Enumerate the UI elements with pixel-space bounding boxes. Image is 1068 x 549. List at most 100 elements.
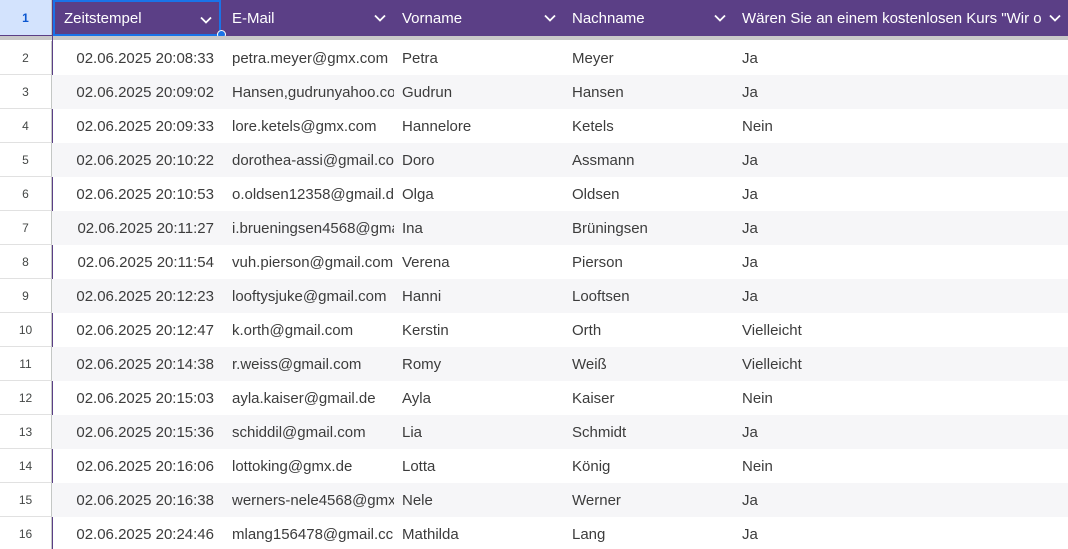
cell-nachname[interactable]: Werner (572, 483, 734, 517)
cell-email[interactable]: o.oldsen12358@gmail.d (232, 177, 394, 211)
cell-vorname[interactable]: Petra (402, 41, 564, 75)
cell-zeitstempel[interactable]: 02.06.2025 20:10:53 (54, 177, 222, 211)
cell-vorname[interactable]: Ina (402, 211, 564, 245)
cell-email[interactable]: mlang156478@gmail.cc (232, 517, 394, 549)
table-row[interactable]: 4 02.06.2025 20:09:33 lore.ketels@gmx.com H… (0, 109, 1068, 143)
cell-nachname[interactable]: Meyer (572, 41, 734, 75)
table-row[interactable]: 2 02.06.2025 20:08:33 petra.meyer@gmx.com P… (0, 41, 1068, 75)
cell-vorname[interactable]: Lotta (402, 449, 564, 483)
table-row[interactable]: 12 02.06.2025 20:15:03 ayla.kaiser@gmail.d… (0, 381, 1068, 415)
cell-email[interactable]: k.orth@gmail.com (232, 313, 394, 347)
cell-nachname[interactable]: König (572, 449, 734, 483)
cell-antwort[interactable]: Ja (742, 143, 1062, 177)
table-row[interactable]: 8 02.06.2025 20:11:54 vuh.pierson@gmail.co… (0, 245, 1068, 279)
table-row[interactable]: 13 02.06.2025 20:15:36 schiddil@gmail.com L… (0, 415, 1068, 449)
cell-nachname[interactable]: Oldsen (572, 177, 734, 211)
cell-antwort[interactable]: Ja (742, 41, 1062, 75)
cell-nachname[interactable]: Assmann (572, 143, 734, 177)
row-number[interactable]: 10 (0, 313, 52, 347)
table-row[interactable]: 16 02.06.2025 20:24:46 mlang156478@gmail.c… (0, 517, 1068, 549)
cell-zeitstempel[interactable]: 02.06.2025 20:08:33 (54, 41, 222, 75)
cell-zeitstempel[interactable]: 02.06.2025 20:09:02 (54, 75, 222, 109)
column-header-email[interactable]: E-Mail (223, 0, 393, 36)
row-number[interactable]: 9 (0, 279, 52, 313)
cell-antwort[interactable]: Vielleicht (742, 347, 1062, 381)
cell-email[interactable]: Hansen,gudrunyahoo.co (232, 75, 394, 109)
freeze-divider[interactable] (0, 36, 1068, 40)
cell-nachname[interactable]: Kaiser (572, 381, 734, 415)
cell-antwort[interactable]: Ja (742, 483, 1062, 517)
cell-nachname[interactable]: Orth (572, 313, 734, 347)
cell-antwort[interactable]: Ja (742, 279, 1062, 313)
cell-antwort[interactable]: Nein (742, 109, 1062, 143)
table-row[interactable]: 15 02.06.2025 20:16:38 werners-nele4568@gm… (0, 483, 1068, 517)
cell-email[interactable]: schiddil@gmail.com (232, 415, 394, 449)
cell-email[interactable]: petra.meyer@gmx.com (232, 41, 394, 75)
cell-email[interactable]: lottoking@gmx.de (232, 449, 394, 483)
row-number[interactable]: 6 (0, 177, 52, 211)
cell-vorname[interactable]: Mathilda (402, 517, 564, 549)
table-row[interactable]: 14 02.06.2025 20:16:06 lottoking@gmx.de Lot… (0, 449, 1068, 483)
cell-zeitstempel[interactable]: 02.06.2025 20:12:23 (54, 279, 222, 313)
chevron-down-icon[interactable] (543, 11, 557, 25)
cell-vorname[interactable]: Lia (402, 415, 564, 449)
chevron-down-icon[interactable] (713, 11, 727, 25)
row-number[interactable]: 4 (0, 109, 52, 143)
cell-antwort[interactable]: Vielleicht (742, 313, 1062, 347)
cell-vorname[interactable]: Gudrun (402, 75, 564, 109)
cell-zeitstempel[interactable]: 02.06.2025 20:15:36 (54, 415, 222, 449)
cell-email[interactable]: r.weiss@gmail.com (232, 347, 394, 381)
cell-zeitstempel[interactable]: 02.06.2025 20:15:03 (54, 381, 222, 415)
cell-antwort[interactable]: Ja (742, 75, 1062, 109)
table-row[interactable]: 10 02.06.2025 20:12:47 k.orth@gmail.com Ker… (0, 313, 1068, 347)
cell-nachname[interactable]: Hansen (572, 75, 734, 109)
cell-zeitstempel[interactable]: 02.06.2025 20:16:06 (54, 449, 222, 483)
cell-vorname[interactable]: Ayla (402, 381, 564, 415)
table-row[interactable]: 11 02.06.2025 20:14:38 r.weiss@gmail.com Ro… (0, 347, 1068, 381)
cell-zeitstempel[interactable]: 02.06.2025 20:09:33 (54, 109, 222, 143)
cell-antwort[interactable]: Ja (742, 517, 1062, 549)
cell-email[interactable]: ayla.kaiser@gmail.de (232, 381, 394, 415)
cell-nachname[interactable]: Ketels (572, 109, 734, 143)
row-number[interactable]: 5 (0, 143, 52, 177)
cell-antwort[interactable]: Nein (742, 381, 1062, 415)
cell-antwort[interactable]: Ja (742, 245, 1062, 279)
row-number[interactable]: 3 (0, 75, 52, 109)
cell-vorname[interactable]: Olga (402, 177, 564, 211)
row-number[interactable]: 7 (0, 211, 52, 245)
cell-vorname[interactable]: Hanni (402, 279, 564, 313)
cell-zeitstempel[interactable]: 02.06.2025 20:11:27 (54, 211, 222, 245)
cell-nachname[interactable]: Brüningsen (572, 211, 734, 245)
chevron-down-icon[interactable] (199, 13, 213, 27)
chevron-down-icon[interactable] (373, 11, 387, 25)
row-number[interactable]: 14 (0, 449, 52, 483)
cell-email[interactable]: dorothea-assi@gmail.co (232, 143, 394, 177)
row-number[interactable]: 8 (0, 245, 52, 279)
cell-zeitstempel[interactable]: 02.06.2025 20:12:47 (54, 313, 222, 347)
cell-nachname[interactable]: Pierson (572, 245, 734, 279)
row-number[interactable]: 15 (0, 483, 52, 517)
cell-zeitstempel[interactable]: 02.06.2025 20:16:38 (54, 483, 222, 517)
cell-zeitstempel[interactable]: 02.06.2025 20:24:46 (54, 517, 222, 549)
column-header-nachname[interactable]: Nachname (563, 0, 733, 36)
cell-antwort[interactable]: Ja (742, 177, 1062, 211)
table-row[interactable]: 5 02.06.2025 20:10:22 dorothea-assi@gmail.… (0, 143, 1068, 177)
cell-vorname[interactable]: Verena (402, 245, 564, 279)
row-number[interactable]: 16 (0, 517, 52, 549)
cell-email[interactable]: vuh.pierson@gmail.com (232, 245, 394, 279)
cell-zeitstempel[interactable]: 02.06.2025 20:11:54 (54, 245, 222, 279)
row-number[interactable]: 12 (0, 381, 52, 415)
cell-antwort[interactable]: Ja (742, 211, 1062, 245)
cell-antwort[interactable]: Ja (742, 415, 1062, 449)
cell-zeitstempel[interactable]: 02.06.2025 20:10:22 (54, 143, 222, 177)
cell-email[interactable]: lore.ketels@gmx.com (232, 109, 394, 143)
cell-nachname[interactable]: Weiß (572, 347, 734, 381)
cell-nachname[interactable]: Schmidt (572, 415, 734, 449)
cell-vorname[interactable]: Doro (402, 143, 564, 177)
row-number-1[interactable]: 1 (0, 0, 52, 35)
row-number[interactable]: 2 (0, 41, 52, 75)
cell-email[interactable]: i.brueningsen4568@gma (232, 211, 394, 245)
cell-antwort[interactable]: Nein (742, 449, 1062, 483)
column-header-vorname[interactable]: Vorname (393, 0, 563, 36)
chevron-down-icon[interactable] (1048, 11, 1062, 25)
